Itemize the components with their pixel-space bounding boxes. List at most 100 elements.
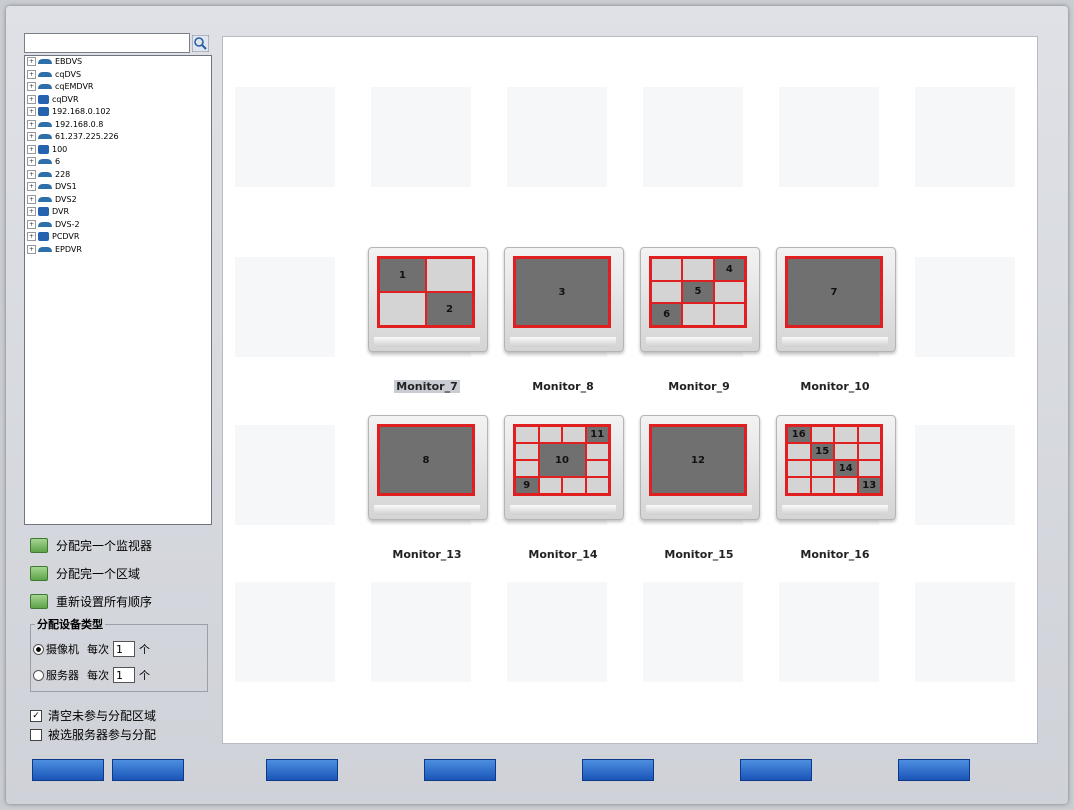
camera-count-field[interactable] <box>113 641 135 657</box>
screen-cell[interactable] <box>562 426 586 443</box>
empty-monitor-slot[interactable] <box>371 582 471 682</box>
screen-cell[interactable]: 13 <box>857 477 881 494</box>
expand-icon[interactable]: + <box>27 107 36 116</box>
bottom-button-2[interactable] <box>112 759 184 781</box>
screen-cell[interactable]: 2 <box>426 292 473 326</box>
monitor-screen[interactable]: 456 <box>649 256 747 328</box>
screen-cell[interactable]: 5 <box>682 280 714 304</box>
monitor-screen[interactable]: 12 <box>649 424 747 496</box>
expand-icon[interactable]: + <box>27 132 36 141</box>
server-radio[interactable] <box>33 669 44 681</box>
tree-item[interactable]: + DVS2 <box>25 194 211 207</box>
screen-cell[interactable] <box>651 258 683 281</box>
screen-cell[interactable] <box>562 477 586 494</box>
screen-cell[interactable]: 4 <box>713 258 745 281</box>
expand-icon[interactable]: + <box>27 207 36 216</box>
reset-order-button[interactable] <box>30 593 48 609</box>
empty-monitor-slot[interactable] <box>507 87 607 187</box>
monitor-label[interactable]: Monitor_7 <box>367 380 487 393</box>
screen-cell[interactable] <box>810 460 834 477</box>
assign-monitor-action[interactable]: 分配完一个监视器 <box>30 535 152 555</box>
screen-cell[interactable] <box>682 303 714 326</box>
empty-monitor-slot[interactable] <box>507 582 607 682</box>
screen-cell[interactable] <box>585 460 609 477</box>
tree-item[interactable]: +6 <box>25 156 211 169</box>
bottom-button-4[interactable] <box>424 759 496 781</box>
empty-monitor-slot[interactable] <box>235 582 335 682</box>
screen-cell[interactable]: 3 <box>515 258 609 326</box>
tree-item[interactable]: +228 <box>25 169 211 182</box>
screen-cell[interactable]: 8 <box>379 426 473 494</box>
monitor[interactable]: 16 15 14 13 <box>776 415 896 530</box>
empty-monitor-slot[interactable] <box>915 425 1015 525</box>
screen-cell[interactable] <box>682 258 714 281</box>
expand-icon[interactable]: + <box>27 244 36 254</box>
monitor-screen[interactable]: 3 <box>513 256 611 328</box>
tree-item[interactable]: + DVS-2 <box>25 219 211 232</box>
empty-monitor-slot[interactable] <box>235 257 335 357</box>
expand-icon[interactable]: + <box>27 69 36 79</box>
bottom-button-1[interactable] <box>32 759 104 781</box>
screen-cell[interactable] <box>713 303 745 326</box>
reset-order-action[interactable]: 重新设置所有顺序 <box>30 591 152 611</box>
screen-cell[interactable] <box>834 477 858 494</box>
expand-icon[interactable]: + <box>27 94 36 104</box>
screen-cell[interactable] <box>538 426 562 443</box>
monitor-label[interactable]: Monitor_13 <box>367 548 487 561</box>
camera-radio[interactable] <box>33 643 44 655</box>
tree-item[interactable]: + cqEMDVR <box>25 81 211 94</box>
empty-monitor-slot[interactable] <box>915 87 1015 187</box>
empty-monitor-slot[interactable] <box>915 257 1015 357</box>
screen-cell[interactable]: 10 <box>538 443 586 477</box>
empty-monitor-slot[interactable] <box>779 87 879 187</box>
screen-cell[interactable] <box>515 460 539 477</box>
monitor-label[interactable]: Monitor_16 <box>775 548 895 561</box>
screen-cell[interactable]: 6 <box>651 303 683 326</box>
screen-cell[interactable]: 9 <box>515 477 539 494</box>
empty-monitor-slot[interactable] <box>643 582 743 682</box>
screen-cell[interactable] <box>515 443 539 460</box>
empty-monitor-slot[interactable] <box>235 87 335 187</box>
screen-cell[interactable] <box>810 477 834 494</box>
monitor[interactable]: 11 9 10 <box>504 415 624 530</box>
bottom-button-7[interactable] <box>898 759 970 781</box>
empty-monitor-slot[interactable] <box>779 582 879 682</box>
tree-item[interactable]: + DVS1 <box>25 181 211 194</box>
monitor[interactable]: 8 <box>368 415 488 530</box>
device-tree[interactable]: + EBDVS + cqDVS + cqEMDVR + cqDVR +192.168.0.102… <box>24 55 212 525</box>
search-icon[interactable] <box>192 35 209 52</box>
monitor-screen[interactable]: 11 9 10 <box>513 424 611 496</box>
expand-icon[interactable]: + <box>27 144 36 154</box>
tree-item[interactable]: + EPDVR <box>25 244 211 257</box>
monitor-label[interactable]: Monitor_9 <box>639 380 759 393</box>
server-assign-option[interactable]: 被选服务器参与分配 <box>30 726 156 743</box>
tree-item[interactable]: + PCDVR <box>25 231 211 244</box>
screen-cell[interactable] <box>834 426 858 443</box>
screen-cell[interactable]: 7 <box>787 258 881 326</box>
screen-cell[interactable] <box>651 280 683 304</box>
expand-icon[interactable]: + <box>27 157 36 166</box>
tree-item[interactable]: + cqDVS <box>25 69 211 82</box>
screen-cell[interactable] <box>857 443 881 460</box>
expand-icon[interactable]: + <box>27 82 36 91</box>
device-search-input[interactable] <box>24 33 190 53</box>
tree-item[interactable]: +100 <box>25 144 211 157</box>
bottom-button-6[interactable] <box>740 759 812 781</box>
expand-icon[interactable]: + <box>27 194 36 204</box>
empty-monitor-slot[interactable] <box>915 582 1015 682</box>
tree-item[interactable]: + EBDVS <box>25 56 211 69</box>
empty-monitor-slot[interactable] <box>643 87 743 187</box>
monitor-label[interactable]: Monitor_15 <box>639 548 759 561</box>
expand-icon[interactable]: + <box>27 119 36 129</box>
screen-cell[interactable] <box>857 426 881 443</box>
screen-cell[interactable]: 11 <box>585 426 609 443</box>
screen-cell[interactable] <box>538 477 562 494</box>
server-count-field[interactable] <box>113 667 135 683</box>
screen-cell[interactable] <box>810 426 834 443</box>
expand-icon[interactable]: + <box>27 232 36 241</box>
screen-cell[interactable]: 14 <box>834 460 858 477</box>
expand-icon[interactable]: + <box>27 169 36 179</box>
clear-unassigned-checkbox[interactable]: ✓ <box>30 709 42 722</box>
monitor-screen[interactable]: 8 <box>377 424 475 496</box>
screen-cell[interactable] <box>585 477 609 494</box>
